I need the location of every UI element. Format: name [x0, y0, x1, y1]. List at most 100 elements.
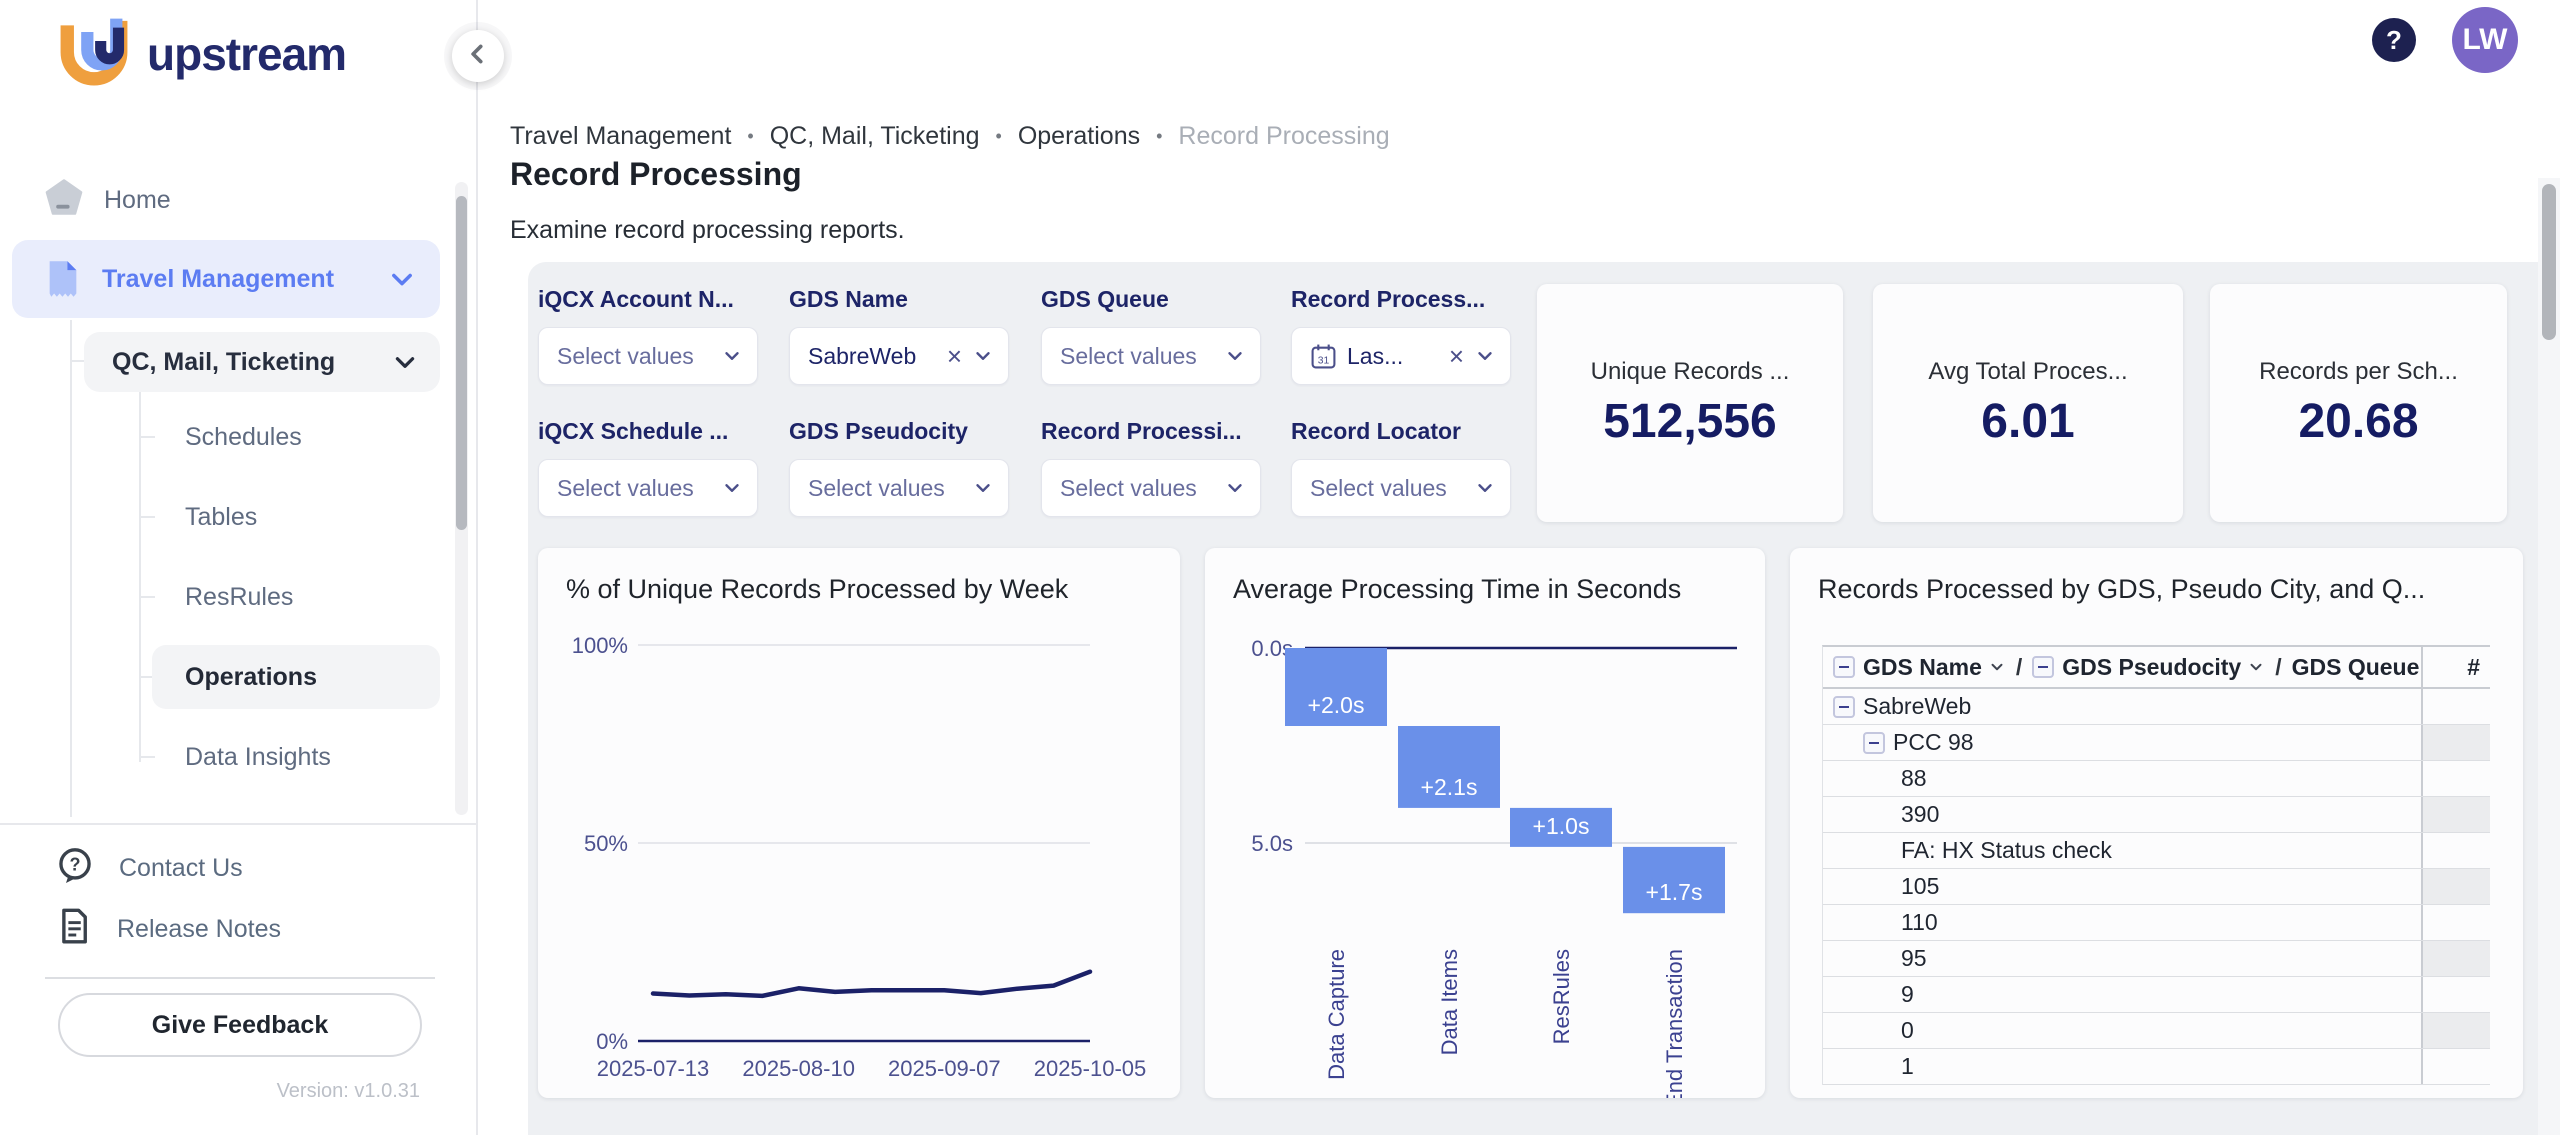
table-cell-label: 9	[1823, 977, 2423, 1012]
sidebar-item-tables[interactable]: Tables	[185, 499, 257, 535]
collapse-toggle-icon[interactable]	[2032, 656, 2054, 678]
filter-placeholder: Select values	[808, 475, 945, 502]
give-feedback-button[interactable]: Give Feedback	[58, 993, 422, 1057]
sidebar-item-release-notes[interactable]: Release Notes	[57, 906, 281, 952]
calendar-icon: 31	[1310, 343, 1337, 370]
x-tick-label: 2025-08-10	[742, 1056, 855, 1081]
table-cell-count	[2423, 797, 2490, 832]
clear-filter-icon[interactable]: ×	[1449, 343, 1464, 369]
filter-label-gds-name: GDS Name	[789, 286, 908, 313]
row-label: PCC 98	[1893, 729, 1974, 756]
table-cell-label: 110	[1823, 905, 2423, 940]
table-header-row: GDS Name/GDS Pseudocity/GDS Queue#	[1823, 647, 2490, 689]
table-row[interactable]: 9	[1823, 977, 2490, 1013]
avatar-initials: LW	[2463, 23, 2508, 57]
category-label-resrules: ResRules	[1549, 949, 1574, 1044]
waterfall-chart: 0.0s5.0s+2.0s+2.1s+1.0s+1.7sData Capture…	[1205, 548, 1765, 1098]
filter-iqcx-schedule[interactable]: Select values	[538, 459, 758, 517]
filter-label-gds-queue: GDS Queue	[1041, 286, 1169, 313]
filter-gds-name[interactable]: SabreWeb×	[789, 327, 1009, 385]
chevron-down-icon	[388, 265, 416, 293]
column-label[interactable]: GDS Name	[1863, 654, 1982, 681]
breadcrumb-item[interactable]: QC, Mail, Ticketing	[770, 122, 980, 151]
filter-placeholder: Select values	[1310, 475, 1447, 502]
sidebar-item-label: Data Insights	[185, 743, 331, 772]
logo: upstream	[55, 14, 346, 93]
y-tick-label: 0%	[596, 1029, 628, 1054]
sidebar-item-data-insights[interactable]: Data Insights	[185, 739, 331, 775]
breadcrumb-item[interactable]: Operations	[1018, 122, 1140, 151]
sidebar-item-label: ResRules	[185, 583, 293, 612]
collapse-toggle-icon[interactable]	[1863, 732, 1885, 754]
page-scrollbar-thumb[interactable]	[2542, 184, 2556, 340]
header-separator: /	[2275, 654, 2281, 681]
tree-elbow	[70, 360, 84, 362]
sidebar-item-contact-us[interactable]: ? Contact Us	[57, 845, 243, 891]
column-label[interactable]: GDS Queue	[2292, 654, 2420, 681]
table-row[interactable]: PCC 98	[1823, 725, 2490, 761]
sidebar-collapse-button[interactable]	[452, 30, 504, 82]
x-tick-label: 2025-10-05	[1034, 1056, 1147, 1081]
table-row[interactable]: SabreWeb	[1823, 689, 2490, 725]
table-row[interactable]: 105	[1823, 869, 2490, 905]
sidebar-item-schedules[interactable]: Schedules	[185, 419, 302, 455]
app-root: upstream Home Travel Management	[0, 0, 2560, 1135]
table-row[interactable]: 0	[1823, 1013, 2490, 1049]
column-label[interactable]: GDS Pseudocity	[2062, 654, 2241, 681]
filter-gds-queue[interactable]: Select values	[1041, 327, 1261, 385]
chart-title: Average Processing Time in Seconds	[1233, 574, 1681, 605]
kpi-card-unique-records: Unique Records ...512,556	[1537, 284, 1843, 522]
help-icon: ?	[2386, 25, 2402, 56]
row-label: FA: HX Status check	[1901, 837, 2112, 864]
filter-record-locator[interactable]: Select values	[1291, 459, 1511, 517]
divider	[45, 977, 435, 979]
chevron-down-icon	[721, 477, 743, 499]
sidebar-item-label: Travel Management	[102, 265, 334, 294]
table-cell-label: PCC 98	[1823, 725, 2423, 760]
collapse-toggle-icon[interactable]	[1833, 696, 1855, 718]
sidebar-scrollbar-thumb[interactable]	[456, 196, 467, 530]
filter-gds-pseudocity[interactable]: Select values	[789, 459, 1009, 517]
question-bubble-icon: ?	[57, 847, 93, 890]
table-row[interactable]: 110	[1823, 905, 2490, 941]
kpi-label: Avg Total Proces...	[1928, 358, 2127, 386]
give-feedback-label: Give Feedback	[152, 1011, 328, 1040]
avatar[interactable]: LW	[2452, 7, 2518, 73]
help-button[interactable]: ?	[2372, 18, 2416, 62]
tree-elbow	[139, 436, 155, 438]
bar-value-label: +1.0s	[1533, 813, 1590, 839]
filter-iqcx-account-n[interactable]: Select values	[538, 327, 758, 385]
table-cell-count	[2423, 761, 2490, 796]
filter-record-processi[interactable]: Select values	[1041, 459, 1261, 517]
table-row[interactable]: FA: HX Status check	[1823, 833, 2490, 869]
filter-record-process[interactable]: 31Las...×	[1291, 327, 1511, 385]
chevron-down-icon	[1474, 345, 1496, 367]
sidebar-item-operations[interactable]: Operations	[152, 645, 440, 709]
table-header-hierarchy: GDS Name/GDS Pseudocity/GDS Queue	[1823, 647, 2423, 687]
x-tick-label: 2025-09-07	[888, 1056, 1001, 1081]
sidebar-item-home[interactable]: Home	[44, 172, 171, 228]
release-notes-icon	[57, 908, 91, 951]
sidebar-item-label: Tables	[185, 503, 257, 532]
table-row[interactable]: 88	[1823, 761, 2490, 797]
table-cell-count	[2423, 977, 2490, 1012]
breadcrumb-item[interactable]: Travel Management	[510, 122, 731, 151]
table-cell-count	[2423, 1049, 2490, 1084]
category-label-data-items: Data Items	[1437, 949, 1462, 1055]
clear-filter-icon[interactable]: ×	[947, 343, 962, 369]
sidebar-item-qc-mail-ticketing[interactable]: QC, Mail, Ticketing	[84, 332, 440, 392]
sidebar-item-resrules[interactable]: ResRules	[185, 579, 293, 615]
chevron-down-icon	[1988, 658, 2006, 676]
tree-elbow	[139, 516, 155, 518]
table-row[interactable]: 1	[1823, 1049, 2490, 1085]
sidebar-item-travel-management[interactable]: Travel Management	[12, 240, 440, 318]
kpi-card-avg-total-proces: Avg Total Proces...6.01	[1873, 284, 2183, 522]
row-label: 110	[1901, 909, 1938, 936]
table-row[interactable]: 95	[1823, 941, 2490, 977]
table-cell-count	[2423, 941, 2490, 976]
collapse-toggle-icon[interactable]	[1833, 656, 1855, 678]
table-cell-label: 95	[1823, 941, 2423, 976]
table-row[interactable]: 390	[1823, 797, 2490, 833]
table-cell-label: 88	[1823, 761, 2423, 796]
table-cell-label: SabreWeb	[1823, 689, 2423, 724]
